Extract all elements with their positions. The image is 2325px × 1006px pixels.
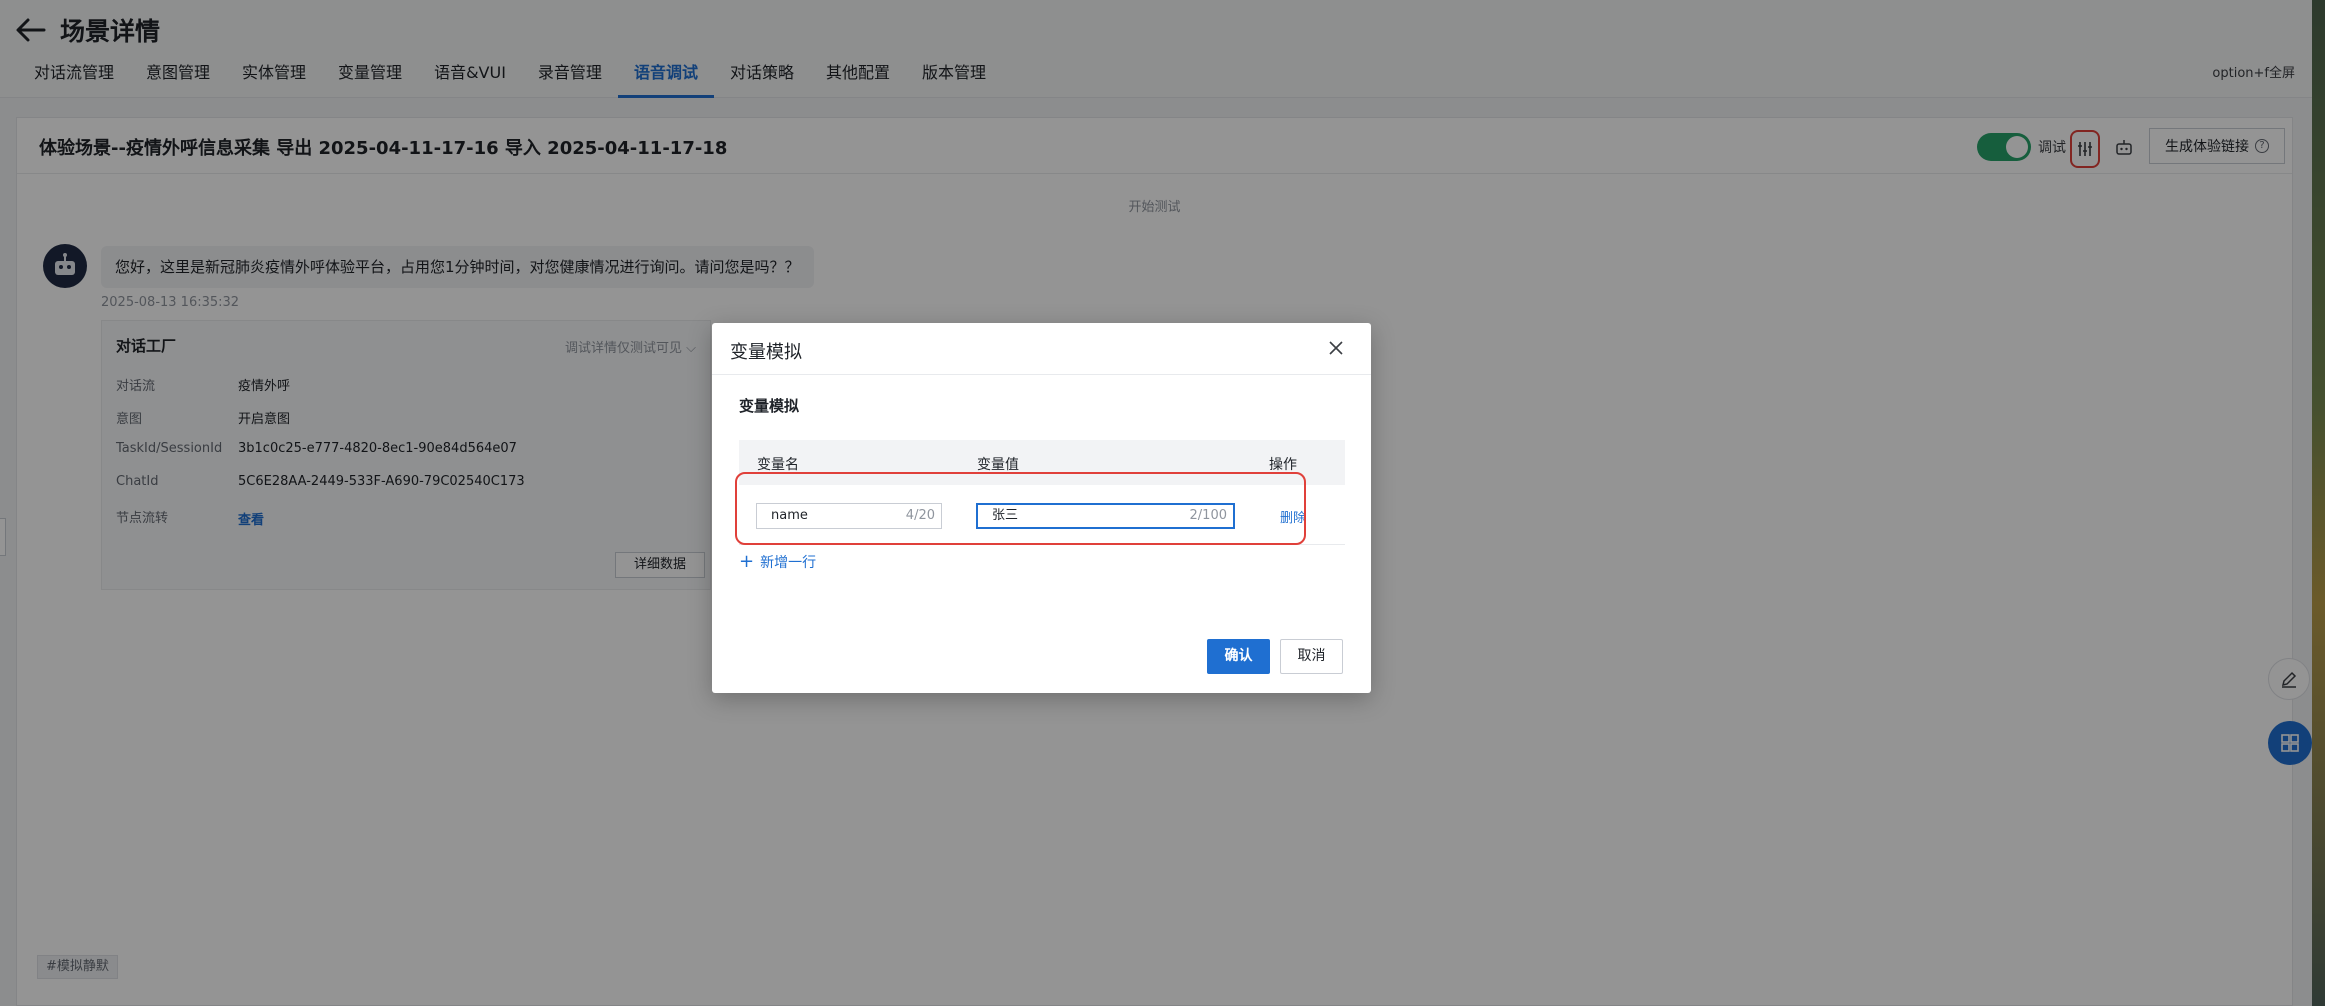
delete-row-link[interactable]: 删除 (1280, 507, 1306, 526)
add-row-label: 新增一行 (760, 555, 817, 571)
variable-name-value: name (771, 508, 808, 523)
variable-table-header: 变量名 变量值 操作 (739, 440, 1345, 485)
section-title: 变量模拟 (739, 397, 800, 415)
close-icon[interactable] (1327, 339, 1345, 357)
variable-value-count: 2/100 (1189, 508, 1227, 523)
plus-icon: + (739, 551, 755, 572)
dialog-header: 变量模拟 (712, 323, 1371, 375)
table-row: name 4/20 张三 2/100 删除 (739, 485, 1345, 545)
cancel-button[interactable]: 取消 (1280, 639, 1343, 674)
desktop-edge (2312, 0, 2325, 1006)
variable-name-input[interactable]: name 4/20 (756, 503, 942, 529)
variable-name-count: 4/20 (905, 508, 935, 523)
variable-value-value: 张三 (992, 508, 1019, 523)
col-variable-name: 变量名 (757, 457, 799, 473)
dialog-title: 变量模拟 (730, 342, 802, 363)
confirm-button[interactable]: 确认 (1207, 639, 1270, 674)
col-variable-value: 变量值 (977, 457, 1019, 473)
variable-sim-dialog: 变量模拟 变量模拟 变量名 变量值 操作 name 4/20 张三 2/100 … (712, 323, 1371, 693)
variable-value-input[interactable]: 张三 2/100 (976, 503, 1235, 529)
col-action: 操作 (1269, 457, 1297, 473)
add-row-button[interactable]: + 新增一行 (739, 552, 816, 572)
